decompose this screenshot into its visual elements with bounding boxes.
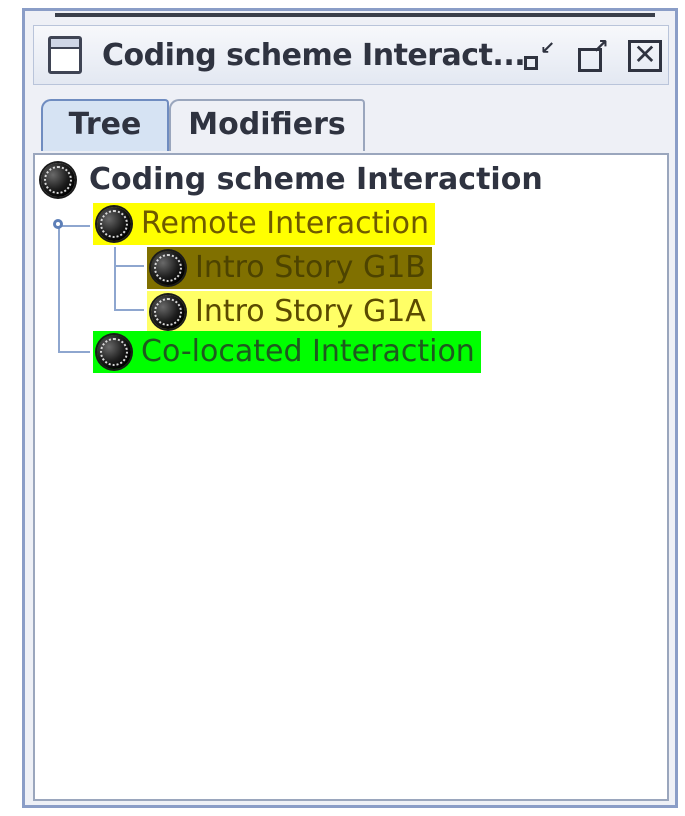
tab-tree[interactable]: Tree	[41, 99, 169, 151]
minimize-arrow-icon: ↙	[540, 38, 556, 59]
tree-view[interactable]: Coding scheme Interaction Remote Interac…	[33, 153, 669, 801]
close-icon: ✕	[628, 40, 662, 72]
title-bar[interactable]: Coding scheme Interact... ↙ ↗ ✕	[33, 25, 669, 85]
window-icon	[48, 36, 82, 74]
maximize-button[interactable]: ↗	[574, 34, 614, 76]
tree-node-remote-interaction[interactable]: Remote Interaction	[93, 203, 436, 245]
tree-node-label: Coding scheme Interaction	[89, 162, 543, 197]
node-ball-icon	[41, 163, 75, 197]
tree-line-root-vertical	[58, 225, 60, 351]
window-title: Coding scheme Interact...	[102, 38, 526, 73]
close-button[interactable]: ✕	[626, 36, 666, 76]
tree-node-colocated-interaction[interactable]: Co-located Interaction	[93, 331, 481, 373]
node-ball-icon	[151, 251, 185, 285]
tab-strip: Tree Modifiers	[33, 89, 669, 153]
window-top-edge	[55, 13, 655, 17]
tree-line-g1b-horizontal	[114, 265, 144, 267]
tree-node-label: Remote Interaction	[141, 206, 430, 241]
expand-toggle-icon[interactable]	[53, 219, 63, 229]
tree-node-label: Co-located Interaction	[141, 334, 475, 369]
minimize-icon	[524, 56, 538, 70]
minimize-button[interactable]: ↙	[518, 36, 558, 76]
coding-scheme-window: Coding scheme Interact... ↙ ↗ ✕ Tree Mod…	[22, 8, 678, 808]
tree-node-root[interactable]: Coding scheme Interaction	[41, 159, 549, 201]
tree-node-intro-story-g1a[interactable]: Intro Story G1A	[147, 291, 432, 333]
tree-line-colocated-horizontal	[58, 351, 90, 353]
tree-node-label: Intro Story G1B	[195, 250, 426, 285]
tree-line-remote-vertical	[114, 247, 116, 309]
tab-modifiers[interactable]: Modifiers	[169, 99, 365, 151]
tree-node-intro-story-g1b[interactable]: Intro Story G1B	[147, 247, 432, 289]
node-ball-icon	[97, 335, 131, 369]
node-ball-icon	[151, 295, 185, 329]
screenshot-frame: Coding scheme Interact... ↙ ↗ ✕ Tree Mod…	[0, 0, 685, 816]
maximize-arrow-icon: ↗	[592, 34, 609, 58]
tree-node-label: Intro Story G1A	[195, 294, 426, 329]
tree-line-g1a-horizontal	[114, 309, 144, 311]
node-ball-icon	[97, 207, 131, 241]
